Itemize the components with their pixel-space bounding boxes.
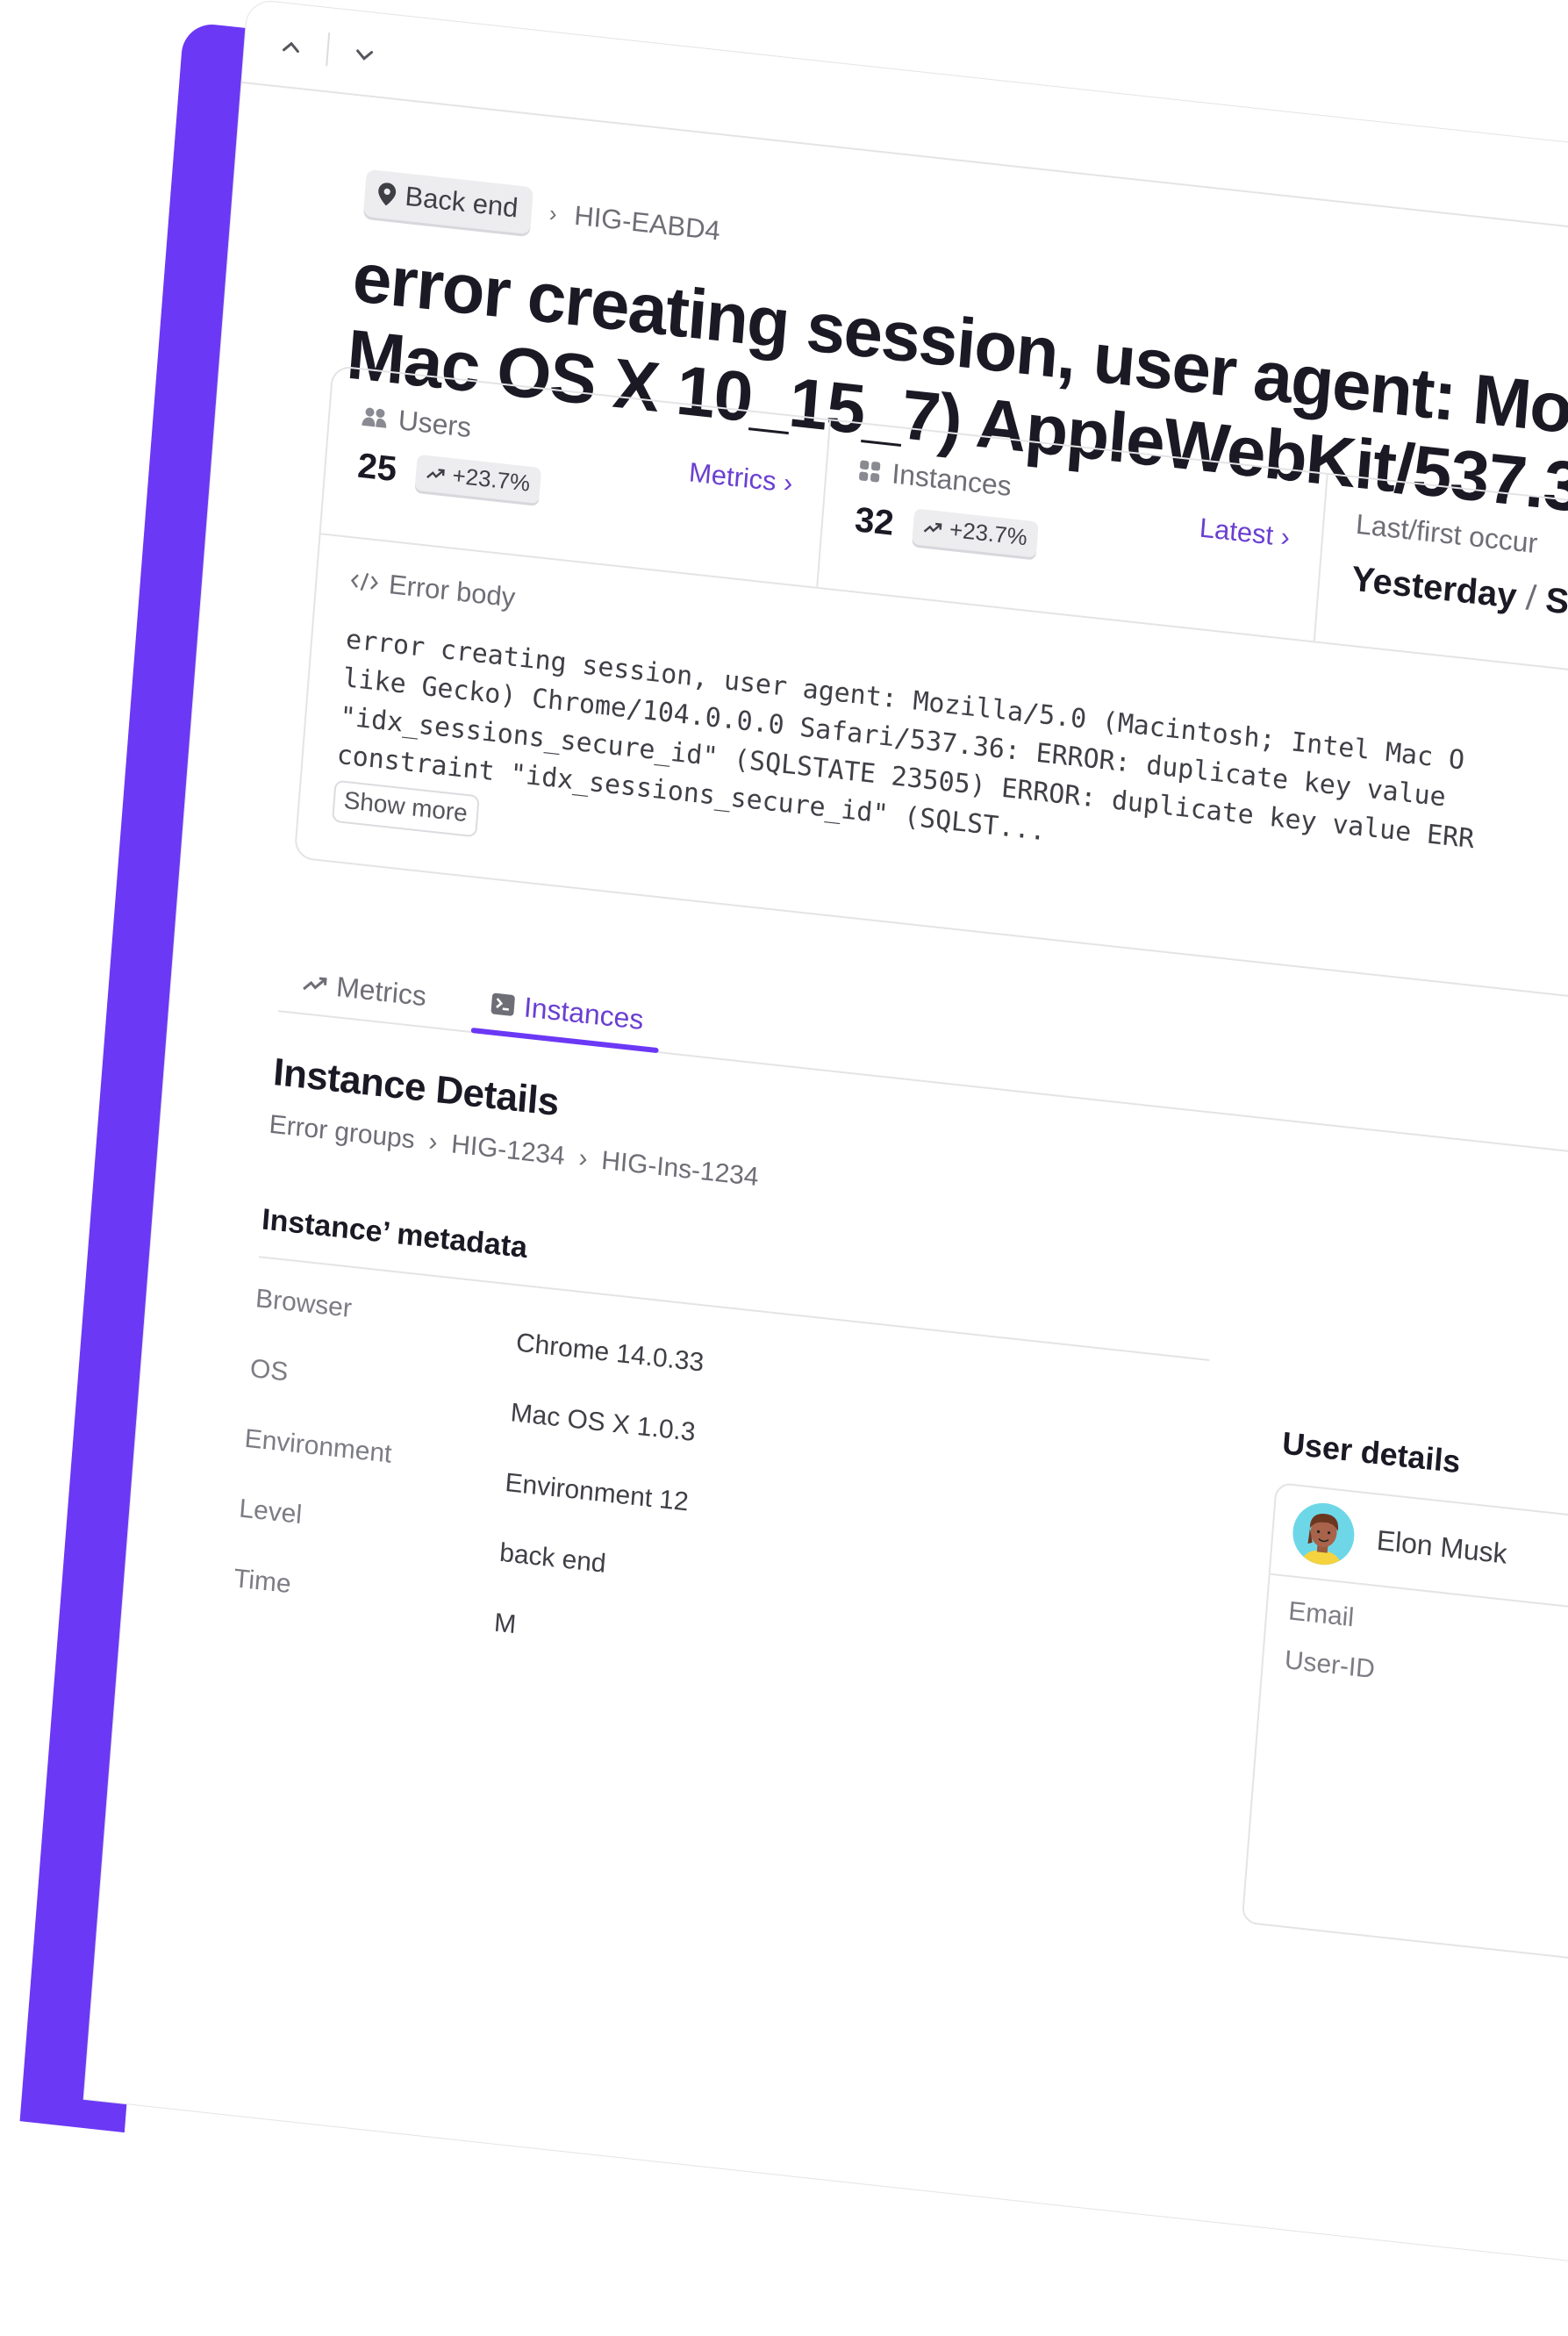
metadata-key: Level xyxy=(237,1494,502,1567)
instance-breadcrumb-item[interactable]: HIG-1234 xyxy=(450,1129,566,1172)
metadata-key: Environment xyxy=(242,1424,507,1498)
occurrence-separator: / xyxy=(1515,577,1548,619)
code-icon xyxy=(350,570,380,593)
next-button[interactable] xyxy=(348,37,380,70)
tab-metrics[interactable]: Metrics xyxy=(294,956,435,1023)
stat-users-delta-badge: +23.7% xyxy=(414,455,541,504)
terminal-icon xyxy=(490,992,516,1017)
error-body-text: error creating session, user agent: Mozi… xyxy=(335,620,1568,951)
toolbar-divider xyxy=(326,32,330,66)
instance-breadcrumb-item[interactable]: Error groups xyxy=(268,1110,416,1156)
last-occurrence: Yesterday xyxy=(1350,560,1518,616)
tab-metrics-label: Metrics xyxy=(335,971,427,1013)
user-avatar-illustration xyxy=(1291,1500,1357,1567)
map-pin-icon xyxy=(376,181,397,207)
stat-instances-delta-badge: +23.7% xyxy=(912,508,1039,557)
trend-up-icon xyxy=(426,466,446,480)
show-more-button[interactable]: Show more xyxy=(332,780,479,838)
user-name: Elon Musk xyxy=(1376,1523,1508,1570)
instance-details-section: Instance Details Error groups › HIG-1234… xyxy=(232,1050,1568,1789)
breadcrumb-separator: › xyxy=(577,1143,589,1174)
stat-users-delta: +23.7% xyxy=(451,462,531,498)
first-occurrence: S xyxy=(1544,581,1568,622)
previous-button[interactable] xyxy=(276,29,307,62)
stat-instances-label-text: Instances xyxy=(891,457,1013,503)
breadcrumb-separator: › xyxy=(548,199,558,227)
error-body-label-text: Error body xyxy=(388,569,517,614)
breadcrumb-chip-backend[interactable]: Back end xyxy=(363,169,533,234)
stat-instances-value: 32 xyxy=(854,500,896,544)
chevron-up-icon xyxy=(281,40,301,54)
stat-users-label-text: Users xyxy=(397,404,472,444)
metadata-key: Browser xyxy=(254,1284,519,1358)
chevron-down-icon xyxy=(354,48,375,62)
perspective-stage: Back end › HIG-EABD4 error creating sess… xyxy=(83,0,1568,2306)
users-icon xyxy=(361,405,389,429)
tab-instances-label: Instances xyxy=(523,991,645,1036)
metadata-key: OS xyxy=(247,1354,512,1428)
tab-instances[interactable]: Instances xyxy=(482,976,653,1046)
error-detail-panel: Back end › HIG-EABD4 error creating sess… xyxy=(83,0,1568,2299)
avatar xyxy=(1291,1500,1357,1567)
breadcrumb-separator: › xyxy=(427,1127,439,1157)
stat-instances-delta: +23.7% xyxy=(949,516,1028,552)
stat-occurrence-value: Yesterday / S xyxy=(1350,560,1568,656)
instance-breadcrumb-item[interactable]: HIG-Ins-1234 xyxy=(600,1146,760,1193)
trend-up-icon xyxy=(923,520,943,534)
grid-icon xyxy=(858,459,883,484)
trend-up-icon xyxy=(303,975,328,993)
breadcrumb-chip-label: Back end xyxy=(404,181,519,225)
stat-users-value: 25 xyxy=(356,447,398,491)
user-details-card: Elon Musk Email User-ID xyxy=(1242,1482,1568,1992)
metadata-key: Time xyxy=(232,1564,497,1637)
breadcrumb-current[interactable]: HIG-EABD4 xyxy=(573,200,721,247)
